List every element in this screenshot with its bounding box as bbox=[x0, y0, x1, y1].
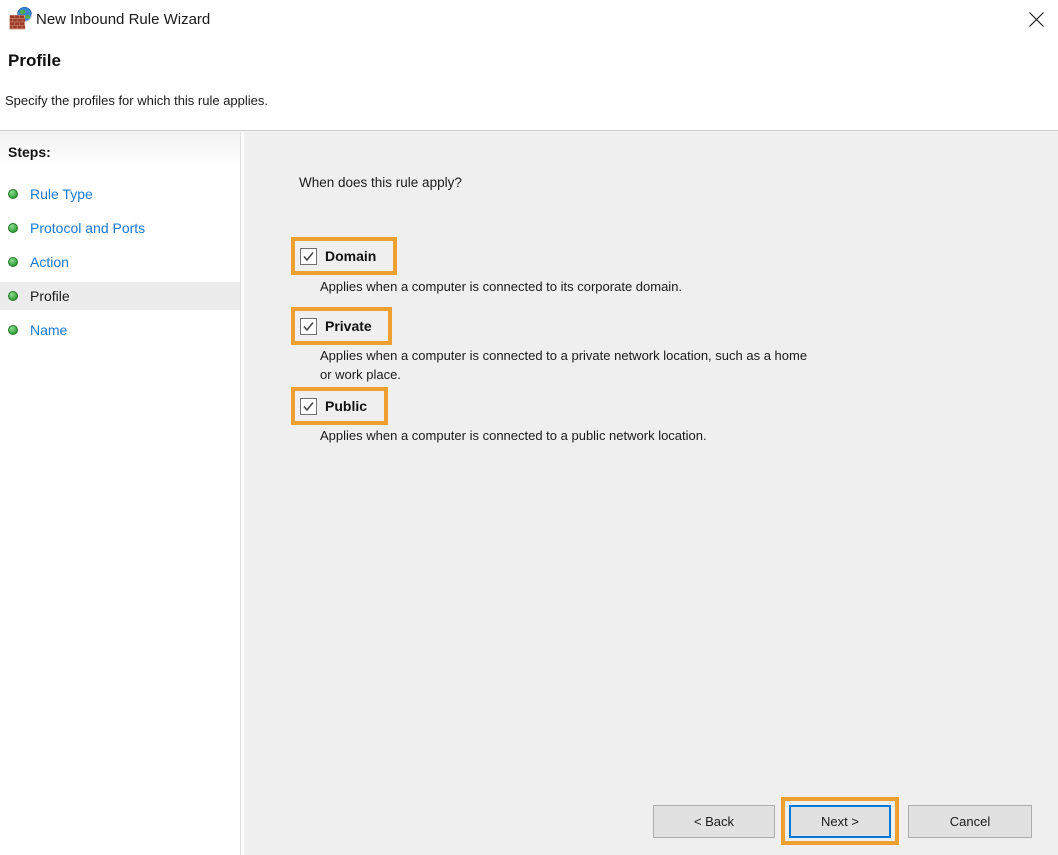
sidebar-item-rule-type[interactable]: Rule Type bbox=[0, 180, 240, 208]
private-checkbox[interactable] bbox=[300, 318, 317, 335]
page-subtitle: Specify the profiles for which this rule… bbox=[5, 93, 268, 108]
content-panel bbox=[244, 132, 1058, 855]
sidebar-item-name[interactable]: Name bbox=[0, 316, 240, 344]
private-description: Applies when a computer is connected to … bbox=[320, 347, 960, 385]
sidebar-item-profile[interactable]: Profile bbox=[0, 282, 240, 310]
domain-description: Applies when a computer is connected to … bbox=[320, 278, 960, 297]
public-checkbox[interactable] bbox=[300, 398, 317, 415]
firewall-globe-icon bbox=[9, 6, 33, 30]
green-bullet-icon bbox=[8, 223, 18, 233]
green-bullet-icon bbox=[8, 189, 18, 199]
sidebar-item-action[interactable]: Action bbox=[0, 248, 240, 276]
wizard-window: { "window": { "title": "New Inbound Rule… bbox=[0, 0, 1058, 855]
domain-checkbox[interactable] bbox=[300, 248, 317, 265]
sidebar-item-label: Action bbox=[30, 254, 69, 270]
checkbox-check-icon bbox=[302, 320, 315, 333]
public-description: Applies when a computer is connected to … bbox=[320, 427, 960, 446]
window-title: New Inbound Rule Wizard bbox=[36, 11, 210, 28]
checkbox-check-icon bbox=[302, 250, 315, 263]
domain-checkbox-label[interactable]: Domain bbox=[325, 248, 376, 264]
checkbox-check-icon bbox=[302, 400, 315, 413]
back-button[interactable]: < Back bbox=[653, 805, 775, 838]
next-button[interactable]: Next > bbox=[789, 805, 891, 838]
sidebar-item-label: Name bbox=[30, 322, 67, 338]
close-button[interactable] bbox=[1016, 2, 1056, 36]
cancel-button[interactable]: Cancel bbox=[908, 805, 1032, 838]
sidebar-item-label: Rule Type bbox=[30, 186, 93, 202]
green-bullet-icon bbox=[8, 257, 18, 267]
steps-heading: Steps: bbox=[0, 132, 240, 166]
steps-sidebar: Steps: Rule Type Protocol and Ports Acti… bbox=[0, 132, 241, 855]
page-title: Profile bbox=[8, 51, 61, 71]
close-icon bbox=[1028, 11, 1045, 28]
green-bullet-icon bbox=[8, 325, 18, 335]
sidebar-item-label: Protocol and Ports bbox=[30, 220, 145, 236]
green-bullet-icon bbox=[8, 291, 18, 301]
question-text: When does this rule apply? bbox=[299, 175, 462, 190]
private-checkbox-label[interactable]: Private bbox=[325, 318, 372, 334]
sidebar-item-label: Profile bbox=[30, 288, 70, 304]
public-checkbox-label[interactable]: Public bbox=[325, 398, 367, 414]
sidebar-item-protocol-and-ports[interactable]: Protocol and Ports bbox=[0, 214, 240, 242]
